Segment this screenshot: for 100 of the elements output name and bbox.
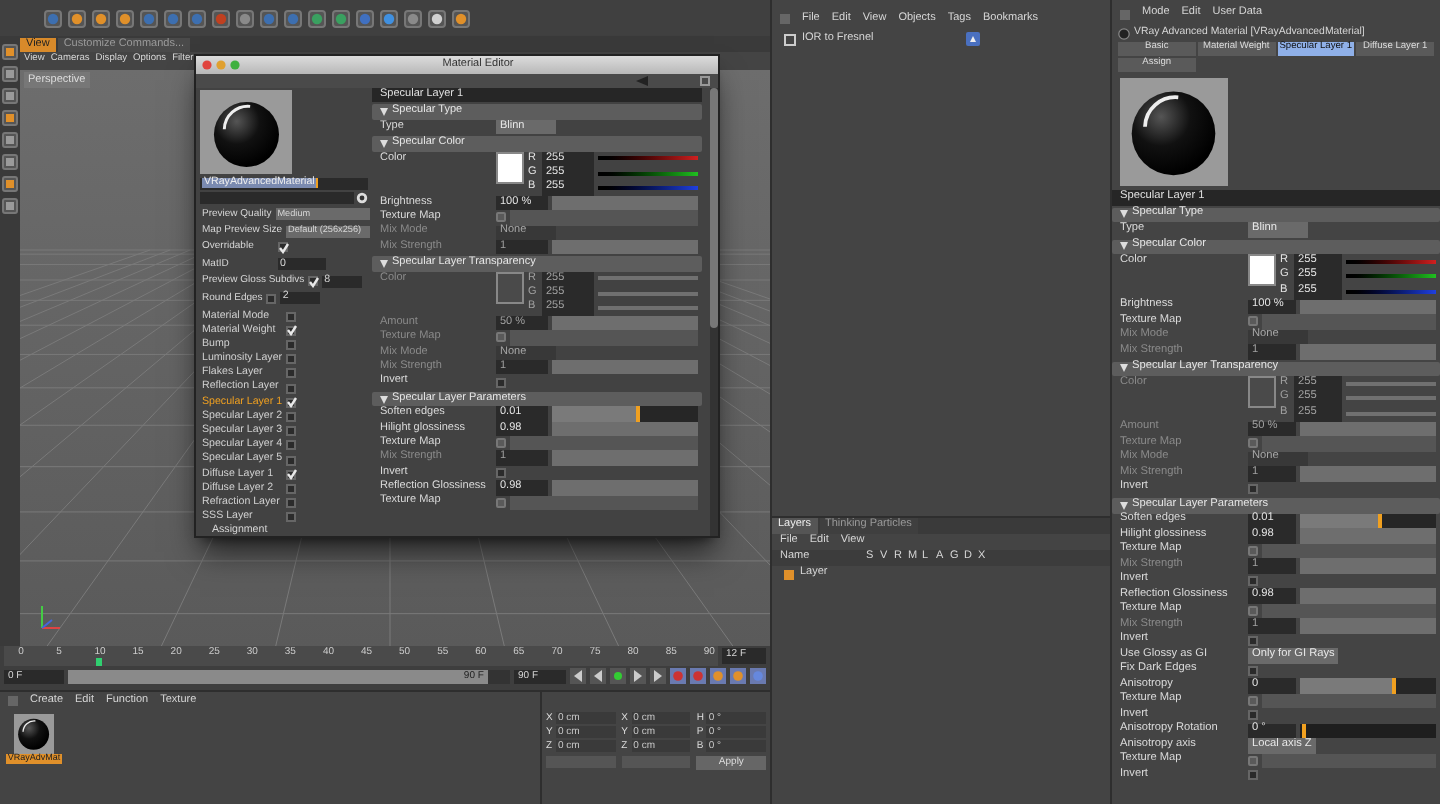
checkbox[interactable] (496, 377, 506, 388)
slider-track[interactable] (1300, 299, 1436, 314)
checkbox[interactable] (278, 242, 288, 253)
texture-field[interactable] (1262, 753, 1436, 768)
color-gradient-bar[interactable] (1346, 289, 1436, 294)
texture-button[interactable] (496, 438, 506, 449)
checkbox[interactable] (286, 368, 296, 379)
collapse-triangle-icon (1120, 242, 1128, 251)
rewind-icon (570, 668, 586, 684)
checkbox[interactable] (1248, 483, 1258, 494)
color-swatch[interactable] (1248, 376, 1276, 408)
texture-button[interactable] (496, 497, 506, 508)
checkbox[interactable] (286, 426, 296, 437)
checkbox[interactable] (286, 411, 296, 422)
color-swatch[interactable] (1248, 254, 1276, 286)
checkbox[interactable] (1248, 710, 1258, 721)
checkbox[interactable] (286, 311, 296, 322)
color-gradient-bar[interactable] (598, 171, 698, 176)
slider-track[interactable] (1300, 344, 1436, 359)
keyframe-tool-icon (750, 668, 766, 684)
color-gradient-bar[interactable] (1346, 396, 1436, 401)
toolbar-tool-icon (380, 9, 398, 27)
layer-color-icon (784, 569, 794, 579)
checkbox[interactable] (286, 469, 296, 480)
collapse-triangle-icon (1120, 501, 1128, 510)
slider-track[interactable] (1300, 588, 1436, 603)
slider-track[interactable] (1300, 466, 1436, 481)
texture-field[interactable] (510, 330, 698, 346)
slider-track[interactable] (1300, 618, 1436, 633)
slider-track[interactable] (1300, 558, 1436, 573)
texture-field[interactable] (1262, 314, 1436, 329)
checkbox[interactable] (286, 498, 296, 509)
checkbox[interactable] (286, 340, 296, 351)
material-preview (1120, 78, 1228, 186)
texture-button[interactable] (1248, 755, 1258, 766)
checkbox[interactable] (286, 325, 296, 336)
checkbox[interactable] (286, 354, 296, 365)
slider-track[interactable] (552, 239, 698, 255)
color-gradient-bar[interactable] (1346, 274, 1436, 279)
color-gradient-bar[interactable] (1346, 411, 1436, 416)
slider-track[interactable] (1300, 678, 1436, 693)
slider-track[interactable] (1300, 723, 1436, 738)
slider-track[interactable] (1300, 421, 1436, 436)
panel-menu-icon (8, 696, 18, 706)
slider-track[interactable] (552, 360, 698, 375)
checkbox[interactable] (1248, 575, 1258, 586)
texture-button[interactable] (1248, 545, 1258, 556)
texture-field[interactable] (1262, 436, 1436, 451)
checkbox[interactable] (286, 512, 296, 523)
checkbox[interactable] (1248, 635, 1258, 646)
collapse-triangle-icon (380, 259, 388, 268)
collapse-triangle-icon (1120, 364, 1128, 373)
back-arrow-icon (636, 76, 648, 86)
record-dot-icon (610, 668, 626, 684)
checkbox[interactable] (266, 293, 277, 304)
checkbox[interactable] (286, 383, 296, 394)
slider-track[interactable] (552, 315, 698, 331)
scrollbar[interactable] (710, 88, 718, 536)
toolbar-tool-icon (260, 9, 278, 27)
texture-button[interactable] (496, 212, 506, 223)
slider-track[interactable] (552, 450, 698, 466)
playhead[interactable] (96, 658, 103, 666)
color-gradient-bar[interactable] (598, 291, 698, 296)
color-gradient-bar[interactable] (1346, 381, 1436, 386)
checkbox[interactable] (286, 455, 296, 466)
checkbox[interactable] (286, 440, 296, 451)
slider-track[interactable] (1300, 528, 1436, 543)
checkbox[interactable] (286, 483, 296, 494)
slider-track[interactable] (552, 480, 698, 496)
material-preview (200, 90, 292, 174)
texture-button[interactable] (496, 332, 506, 343)
texture-field[interactable] (510, 210, 698, 226)
color-swatch[interactable] (496, 151, 524, 184)
checkbox[interactable] (496, 467, 506, 478)
toolbar-tool-icon (356, 9, 374, 27)
color-gradient-bar[interactable] (1346, 259, 1436, 264)
color-gradient-bar[interactable] (598, 186, 698, 191)
texture-button[interactable] (1248, 438, 1258, 449)
color-swatch[interactable] (496, 271, 524, 304)
texture-button[interactable] (1248, 695, 1258, 706)
checkbox[interactable] (1248, 770, 1258, 781)
check-icon (285, 468, 297, 481)
slider-track[interactable] (552, 195, 698, 211)
keyframe-tool-icon (710, 668, 726, 684)
text-field[interactable] (200, 191, 354, 204)
color-gradient-bar[interactable] (598, 306, 698, 311)
axis-gizmo-icon (36, 602, 64, 634)
collapse-triangle-icon (380, 395, 388, 403)
checkbox[interactable] (308, 276, 319, 287)
toolbar-tool-icon (212, 9, 230, 27)
texture-button[interactable] (1248, 316, 1258, 327)
object-icon (784, 33, 796, 45)
color-gradient-bar[interactable] (598, 276, 698, 281)
tag-icon (965, 32, 980, 46)
checkbox[interactable] (1248, 665, 1258, 676)
slider-track[interactable] (552, 406, 698, 422)
checkbox[interactable] (286, 397, 296, 408)
color-gradient-bar[interactable] (598, 156, 698, 161)
keyframe-tool-icon (670, 668, 686, 684)
texture-button[interactable] (1248, 605, 1258, 616)
